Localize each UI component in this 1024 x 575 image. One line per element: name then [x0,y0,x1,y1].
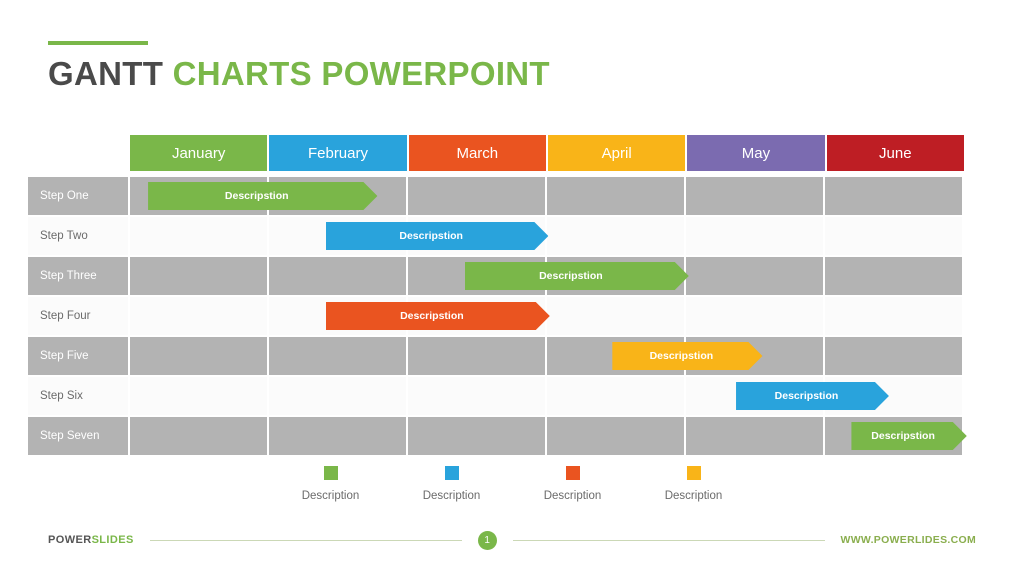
gantt-track-cell [547,177,686,215]
legend-item: Description [525,466,620,502]
legend-label: Description [301,490,360,502]
legend-item: Description [646,466,741,502]
gantt-row-label: Step Five [28,337,128,375]
legend-swatch [444,466,459,480]
month-header-june[interactable]: June [826,135,964,171]
gantt-track-cell [547,417,686,455]
legend-label: Description [422,490,481,502]
gantt-row: Step Six Descripstion [28,377,964,415]
page-number-badge: 1 [477,530,497,550]
gantt-track-cell [130,217,269,255]
gantt-task-bar[interactable]: Descripstion [326,222,548,250]
gantt-track-cell [686,257,825,295]
gantt-track-cell [408,377,547,415]
gantt-track-cell [269,377,408,415]
gantt-row: Step One Descripstion [28,177,964,215]
gantt-track-cell [408,177,547,215]
legend-item: Description [283,466,378,502]
gantt-track-cell [130,337,269,375]
page-title-dark: GANTT [48,55,164,92]
footer: POWERSLIDES 1 WWW.POWERLIDES.COM [48,530,976,550]
footer-rule-right [512,539,825,541]
title-block: GANTT CHARTS POWERPOINT [48,41,550,90]
gantt-track-cell [686,417,825,455]
footer-brand-logo: POWERSLIDES [48,534,134,546]
title-accent-bar [48,41,148,45]
month-header-march[interactable]: March [408,135,546,171]
page-title: GANTT CHARTS POWERPOINT [48,57,550,90]
gantt-track-cell [686,177,825,215]
month-header-may[interactable]: May [687,135,825,171]
gantt-row-label: Step Four [28,297,128,335]
gantt-track-cell [686,297,825,335]
gantt-task-bar[interactable]: Descripstion [736,382,889,410]
gantt-row: Step Four Descripstion [28,297,964,335]
gantt-row-track: Descripstion [130,337,964,375]
gantt-row-track: Descripstion [130,217,964,255]
legend-swatch [686,466,701,480]
gantt-row: Step Three Descripstion [28,257,964,295]
legend-swatch [565,466,580,480]
gantt-track-cell [825,177,964,215]
gantt-row-track: Descripstion [130,257,964,295]
gantt-row-label: Step Six [28,377,128,415]
month-header-row: January February March April May June [130,135,964,171]
gantt-rows: Step One Descripstion Step Two Descripstion… [28,177,964,455]
gantt-row-track: Descripstion [130,417,964,455]
gantt-chart: January February March April May June Step On… [28,135,964,455]
gantt-row-track: Descripstion [130,377,964,415]
legend-item: Description [404,466,499,502]
gantt-task-bar[interactable]: Descripstion [851,422,966,450]
month-header-february[interactable]: February [269,135,407,171]
gantt-track-cell [269,337,408,375]
gantt-track-cell [269,417,408,455]
gantt-track-cell [130,297,269,335]
gantt-track-cell [547,297,686,335]
gantt-track-cell [825,337,964,375]
legend-swatch [323,466,338,480]
gantt-task-bar[interactable]: Descripstion [326,302,550,330]
legend-label: Description [543,490,602,502]
gantt-task-bar[interactable]: Descripstion [465,262,689,290]
footer-url[interactable]: WWW.POWERLIDES.COM [841,534,976,546]
footer-brand-dark: POWER [48,534,92,546]
gantt-row-track: Descripstion [130,297,964,335]
gantt-task-bar[interactable]: Descripstion [148,182,377,210]
gantt-row-label: Step Seven [28,417,128,455]
footer-brand-green: SLIDES [91,534,134,546]
gantt-row: Step Two Descripstion [28,217,964,255]
month-header-april[interactable]: April [547,135,686,171]
chart-legend: Description Description Description Descrip… [0,466,1024,502]
gantt-track-cell [547,217,686,255]
gantt-row-label: Step Two [28,217,128,255]
page-title-green: CHARTS POWERPOINT [163,55,550,92]
gantt-track-cell [408,337,547,375]
gantt-row-label: Step One [28,177,128,215]
gantt-track-cell [130,417,269,455]
gantt-row-track: Descripstion [130,177,964,215]
footer-rule-left [149,539,462,541]
month-header-january[interactable]: January [130,135,268,171]
gantt-track-cell [130,257,269,295]
legend-label: Description [664,490,723,502]
gantt-row: Step Seven Descripstion [28,417,964,455]
gantt-track-cell [825,257,964,295]
gantt-track-cell [130,377,269,415]
gantt-track-cell [547,377,686,415]
gantt-track-cell [269,257,408,295]
gantt-track-cell [686,217,825,255]
gantt-track-cell [825,217,964,255]
gantt-row: Step Five Descripstion [28,337,964,375]
gantt-track-cell [825,297,964,335]
gantt-track-cell [408,417,547,455]
gantt-row-label: Step Three [28,257,128,295]
gantt-task-bar[interactable]: Descripstion [612,342,762,370]
